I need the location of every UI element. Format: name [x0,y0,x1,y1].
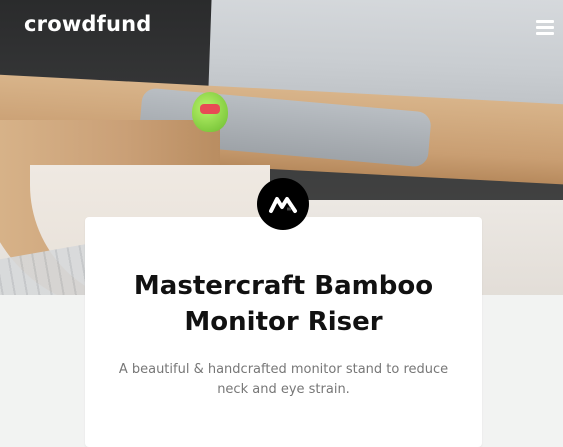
project-description: A beautiful & handcrafted monitor stand … [118,362,449,397]
top-navigation: crowdfund [0,0,563,52]
hamburger-menu-icon[interactable] [536,20,554,36]
mastercraft-logo-mark [269,197,297,213]
project-title-line-1: Mastercraft Bamboo [133,271,434,301]
mastercraft-logo-icon [257,178,309,230]
project-title: Mastercraft Bamboo Monitor Riser [85,268,482,340]
brand-logo[interactable]: crowdfund [24,12,152,36]
toy-figurine [192,92,228,132]
menu-bar-middle [536,26,554,29]
menu-bar-bottom [536,32,554,35]
project-title-line-2: Monitor Riser [184,307,383,337]
menu-bar-top [536,20,554,23]
